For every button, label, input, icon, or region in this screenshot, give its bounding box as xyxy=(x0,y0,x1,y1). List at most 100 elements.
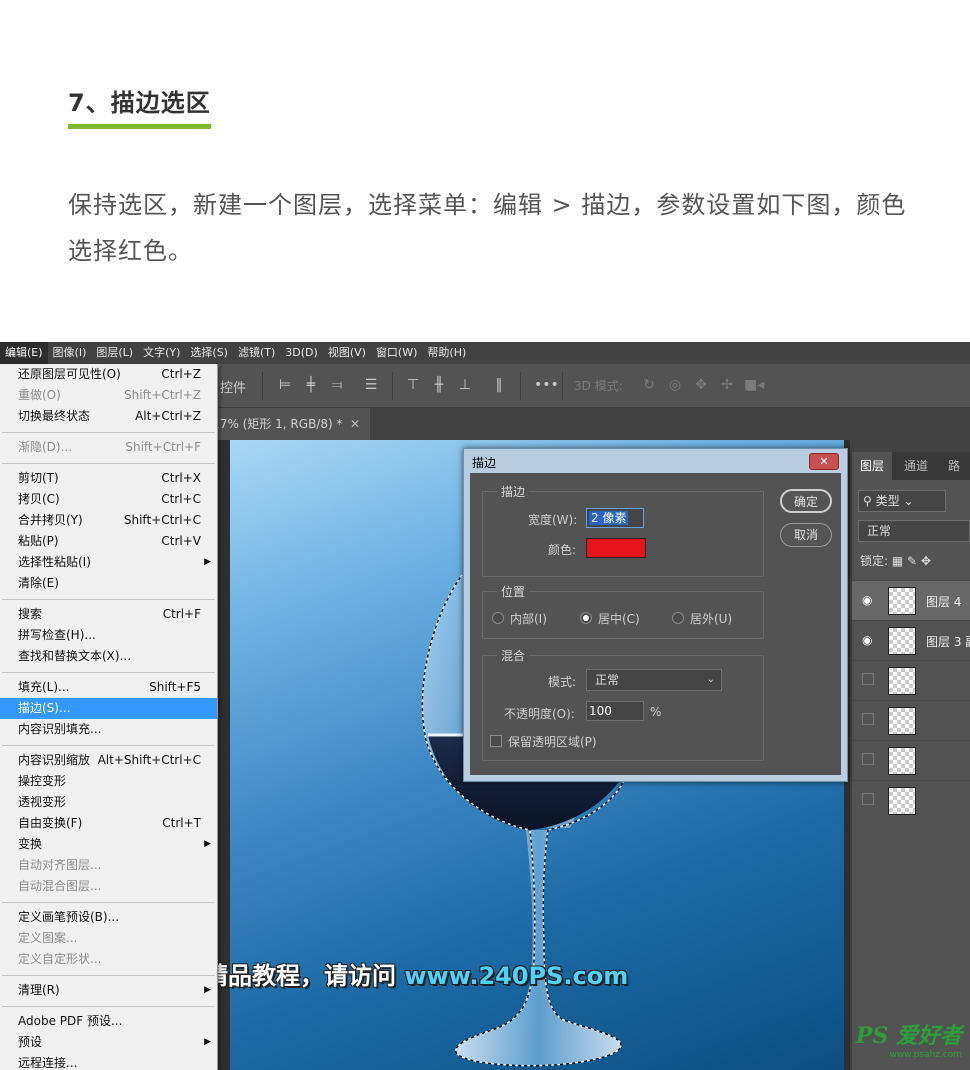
cancel-button[interactable]: 取消 xyxy=(780,523,832,547)
width-input[interactable]: 2 像素 xyxy=(586,508,644,528)
menu-item[interactable]: 重做(O) Shift+Ctrl+Z xyxy=(0,385,217,406)
position-center-radio[interactable] xyxy=(580,612,592,624)
width-value: 2 像素 xyxy=(589,511,629,525)
position-inside-radio[interactable] xyxy=(492,612,504,624)
menu-item[interactable]: 合并拷贝(Y) Shift+Ctrl+C xyxy=(0,510,217,531)
align-top-icon[interactable]: ⊤ xyxy=(404,374,422,396)
eye-icon[interactable]: ◉ xyxy=(862,633,876,647)
menubar-item[interactable]: 图像(I) xyxy=(48,342,92,364)
distribute-vertical-icon[interactable]: ‖ xyxy=(490,374,508,396)
menu-item[interactable]: 定义画笔预设(B)... xyxy=(0,907,217,928)
slide-3d-icon[interactable]: ✢ xyxy=(718,374,736,396)
menu-item[interactable]: 自动混合图层... xyxy=(0,876,217,897)
menu-item[interactable]: 粘贴(P) Ctrl+V xyxy=(0,531,217,552)
menu-item[interactable]: 变换 ▶ xyxy=(0,834,217,855)
menu-separator xyxy=(2,745,215,746)
layer-blend-mode-select[interactable]: 正常 xyxy=(858,520,970,542)
layer-filter-select[interactable]: ⚲ 类型 ⌄ xyxy=(858,490,946,512)
menu-item-label: 搜索 xyxy=(18,607,43,621)
menu-item-shortcut: Shift+Ctrl+Z xyxy=(124,388,201,402)
preserve-transparency-checkbox[interactable] xyxy=(490,735,502,747)
menu-item[interactable]: 填充(L)... Shift+F5 xyxy=(0,677,217,698)
document-tab[interactable]: .7% (矩形 1, RGB/8) * ✕ xyxy=(210,408,370,440)
camera-3d-icon[interactable]: ■◂ xyxy=(744,374,764,396)
layer-row[interactable] xyxy=(852,780,970,820)
menubar-item[interactable]: 编辑(E) xyxy=(0,342,48,364)
layer-row[interactable]: ◉ 图层 3 副 xyxy=(852,620,970,660)
position-outside-radio[interactable] xyxy=(672,612,684,624)
menubar-item[interactable]: 滤镜(T) xyxy=(233,342,280,364)
layer-row[interactable] xyxy=(852,740,970,780)
tab-channels[interactable]: 通道 xyxy=(896,452,936,480)
menubar-item[interactable]: 选择(S) xyxy=(185,342,233,364)
step-title: 7、描边选区 xyxy=(68,88,211,129)
menu-item[interactable]: 自动对齐图层... xyxy=(0,855,217,876)
menu-item[interactable]: 透视变形 xyxy=(0,792,217,813)
align-center-icon[interactable]: ╪ xyxy=(302,374,320,396)
roll-3d-icon[interactable]: ◎ xyxy=(666,374,684,396)
menu-item[interactable]: 切换最终状态 Alt+Ctrl+Z xyxy=(0,406,217,427)
menu-item[interactable]: 拷贝(C) Ctrl+C xyxy=(0,489,217,510)
stroke-color-swatch[interactable] xyxy=(586,538,646,558)
menu-item[interactable]: 查找和替换文本(X)... xyxy=(0,646,217,667)
menu-item[interactable]: 定义图案... xyxy=(0,928,217,949)
menu-item-label: 重做(O) xyxy=(18,388,61,402)
menu-item[interactable]: 内容识别填充... xyxy=(0,719,217,740)
layer-row[interactable] xyxy=(852,660,970,700)
layer-row[interactable]: ◉ 图层 4 xyxy=(852,580,970,620)
tab-layers[interactable]: 图层 xyxy=(852,452,893,480)
menu-item[interactable]: 远程连接... xyxy=(0,1053,217,1070)
menu-item[interactable]: 搜索 Ctrl+F xyxy=(0,604,217,625)
menubar-item[interactable]: 文字(Y) xyxy=(138,342,185,364)
menu-item[interactable]: 自由变换(F) Ctrl+T xyxy=(0,813,217,834)
close-icon[interactable]: ✕ xyxy=(350,408,360,440)
menu-item-shortcut: Shift+F5 xyxy=(149,680,201,694)
align-right-icon[interactable]: ⫤ xyxy=(328,374,346,396)
align-left-icon[interactable]: ⊨ xyxy=(276,374,294,396)
layer-row[interactable] xyxy=(852,700,970,740)
menu-item[interactable]: 选择性粘贴(I) ▶ xyxy=(0,552,217,573)
distribute-icon[interactable]: ☰ xyxy=(362,374,380,396)
menu-item[interactable]: 还原图层可见性(O) Ctrl+Z xyxy=(0,364,217,385)
menu-item[interactable]: 清理(R) ▶ xyxy=(0,980,217,1001)
menubar-item[interactable]: 帮助(H) xyxy=(422,342,471,364)
visibility-toggle[interactable] xyxy=(862,673,874,685)
layers-panel-tabs: 图层 通道 路径 xyxy=(852,452,970,501)
menu-item[interactable]: 清除(E) xyxy=(0,573,217,594)
menu-item[interactable]: 描边(S)... xyxy=(0,698,217,719)
more-icon[interactable]: ••• xyxy=(534,374,559,396)
eye-icon[interactable]: ◉ xyxy=(862,593,876,607)
opacity-input[interactable]: 100 xyxy=(586,701,644,721)
menubar-item[interactable]: 窗口(W) xyxy=(371,342,422,364)
menu-item[interactable]: 预设 ▶ xyxy=(0,1032,217,1053)
visibility-toggle[interactable] xyxy=(862,793,874,805)
menu-item[interactable]: 剪切(T) Ctrl+X xyxy=(0,468,217,489)
align-bottom-icon[interactable]: ⊥ xyxy=(456,374,474,396)
menu-item[interactable]: 内容识别缩放 Alt+Shift+Ctrl+C xyxy=(0,750,217,771)
menu-item[interactable]: 操控变形 xyxy=(0,771,217,792)
orbit-3d-icon[interactable]: ↻ xyxy=(640,374,658,396)
menu-item-label: 剪切(T) xyxy=(18,471,59,485)
visibility-toggle[interactable] xyxy=(862,753,874,765)
lock-transparent-icon[interactable]: ▦ xyxy=(892,554,903,568)
pan-3d-icon[interactable]: ✥ xyxy=(692,374,710,396)
menu-item[interactable]: Adobe PDF 预设... xyxy=(0,1011,217,1032)
menu-item[interactable]: 定义自定形状... xyxy=(0,949,217,970)
logo-title: PS 爱好者 xyxy=(855,1023,962,1049)
blend-mode-select[interactable]: 正常 ⌄ xyxy=(586,669,722,691)
menubar-item[interactable]: 视图(V) xyxy=(323,342,371,364)
menu-item[interactable]: 拼写检查(H)... xyxy=(0,625,217,646)
ok-button[interactable]: 确定 xyxy=(780,489,832,513)
menu-item-shortcut: Ctrl+Z xyxy=(161,367,201,381)
chevron-down-icon: ⌄ xyxy=(706,674,715,685)
menubar-item[interactable]: 3D(D) xyxy=(280,342,323,364)
menu-separator xyxy=(2,463,215,464)
lock-position-icon[interactable]: ✥ xyxy=(921,554,931,568)
visibility-toggle[interactable] xyxy=(862,713,874,725)
lock-paint-icon[interactable]: ✎ xyxy=(907,554,917,568)
tab-paths[interactable]: 路径 xyxy=(940,452,970,501)
menubar-item[interactable]: 图层(L) xyxy=(91,342,138,364)
menu-item[interactable]: 渐隐(D)... Shift+Ctrl+F xyxy=(0,437,217,458)
close-icon[interactable]: ✕ xyxy=(809,453,839,470)
align-middle-icon[interactable]: ╫ xyxy=(430,374,448,396)
